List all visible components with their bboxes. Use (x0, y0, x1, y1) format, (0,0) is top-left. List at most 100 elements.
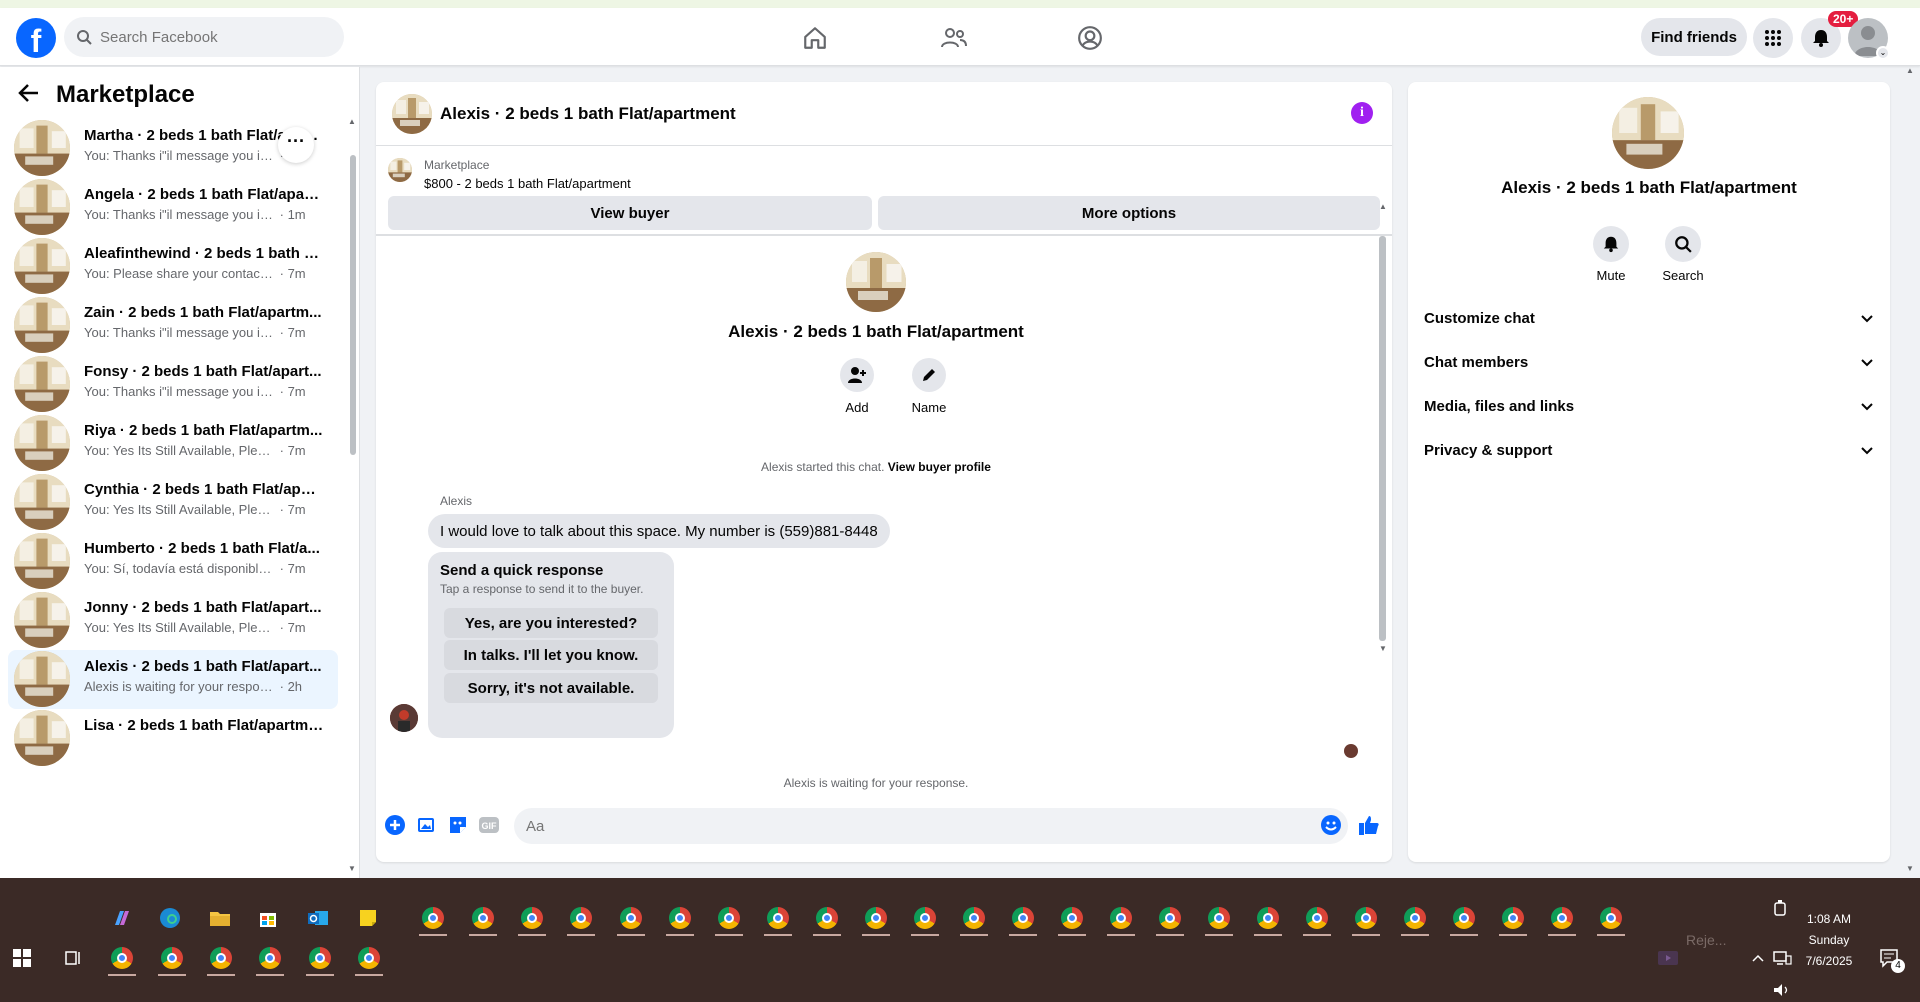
gif-icon[interactable]: GIF (478, 814, 500, 836)
chrome-window-icon[interactable] (302, 940, 338, 976)
chrome-window-icon[interactable] (809, 900, 845, 936)
quick-response-button[interactable]: In talks. I'll let you know. (444, 640, 658, 670)
store-icon[interactable] (250, 900, 286, 936)
chrome-window-icon[interactable] (1348, 900, 1384, 936)
chat-scrollbar[interactable] (1379, 236, 1386, 641)
conversation-item[interactable]: Angela · 2 beds 1 bath Flat/apart... You:… (8, 178, 338, 237)
listing-thumbnail[interactable] (388, 158, 412, 182)
sticker-icon[interactable] (447, 814, 469, 836)
sidebar-scrollbar[interactable] (350, 155, 356, 455)
windows-start-icon[interactable] (4, 940, 40, 976)
back-arrow-icon[interactable] (18, 83, 40, 108)
photo-icon[interactable] (416, 814, 438, 836)
conversation-item[interactable]: Jonny · 2 beds 1 bath Flat/apart... You: … (8, 591, 338, 650)
edit-name-icon[interactable] (912, 358, 946, 392)
chat-scroll-down-arrow[interactable]: ▼ (1379, 644, 1387, 653)
chrome-window-icon[interactable] (858, 900, 894, 936)
chrome-window-icon[interactable] (1201, 900, 1237, 936)
chrome-window-icon[interactable] (956, 900, 992, 936)
notification-center-icon[interactable]: 4 (1872, 940, 1908, 976)
conversation-item[interactable]: Zain · 2 beds 1 bath Flat/apartm... You: … (8, 296, 338, 355)
conversation-item[interactable]: Cynthia · 2 beds 1 bath Flat/apar... You:… (8, 473, 338, 532)
chrome-window-icon[interactable] (1299, 900, 1335, 936)
chrome-window-icon[interactable] (104, 940, 140, 976)
network-icon[interactable] (1764, 940, 1800, 976)
emoji-icon[interactable] (1320, 814, 1342, 836)
quick-response-button[interactable]: Yes, are you interested? (444, 608, 658, 638)
chat-scroll-up-arrow[interactable]: ▲ (1379, 202, 1387, 211)
clock-time[interactable]: 1:08 AM (1782, 912, 1876, 926)
friends-icon[interactable] (938, 22, 970, 54)
chrome-window-icon[interactable] (662, 900, 698, 936)
plus-icon[interactable] (384, 814, 406, 836)
chrome-window-icon[interactable] (613, 900, 649, 936)
profile-icon[interactable] (1074, 22, 1106, 54)
search-box[interactable] (64, 17, 344, 57)
file-explorer-icon[interactable] (202, 900, 238, 936)
more-options-button[interactable]: More options (878, 196, 1380, 230)
volume-icon[interactable] (1764, 978, 1800, 1002)
outlook-icon[interactable] (300, 900, 336, 936)
copilot-icon[interactable] (104, 900, 140, 936)
search-input[interactable] (100, 28, 320, 46)
chrome-window-icon[interactable] (1152, 900, 1188, 936)
chrome-window-icon[interactable] (907, 900, 943, 936)
chrome-window-icon[interactable] (203, 940, 239, 976)
facebook-logo[interactable]: f (16, 18, 56, 58)
message-input[interactable] (514, 808, 1348, 844)
chrome-window-icon[interactable] (1054, 900, 1090, 936)
view-buyer-button[interactable]: View buyer (388, 196, 872, 230)
section-chat-members[interactable]: Chat members (1408, 342, 1890, 386)
chrome-window-icon[interactable] (760, 900, 796, 936)
listing-price-title[interactable]: $800 - 2 beds 1 bath Flat/apartment (424, 176, 631, 191)
section-privacy-support[interactable]: Privacy & support (1408, 430, 1890, 474)
page-scroll-up-arrow[interactable]: ▲ (1906, 66, 1914, 75)
chrome-window-icon[interactable] (1005, 900, 1041, 936)
account-chevron-icon[interactable]: ⌄ (1876, 46, 1890, 60)
chat-title[interactable]: Alexis · 2 beds 1 bath Flat/apartment (440, 104, 736, 124)
chrome-window-icon[interactable] (514, 900, 550, 936)
conversation-item[interactable]: Martha · 2 beds 1 bath Flat/apartment You… (8, 119, 338, 178)
chrome-window-icon[interactable] (1250, 900, 1286, 936)
conversation-item[interactable]: Aleafinthewind · 2 beds 1 bath Fl... You:… (8, 237, 338, 296)
thumbs-up-icon[interactable] (1358, 814, 1380, 836)
mute-bell-icon[interactable] (1593, 226, 1629, 262)
menu-grid-icon[interactable] (1753, 18, 1793, 58)
chrome-window-icon[interactable] (465, 900, 501, 936)
sticky-notes-icon[interactable] (350, 900, 386, 936)
chrome-window-icon[interactable] (563, 900, 599, 936)
chrome-window-icon[interactable] (1495, 900, 1531, 936)
section-media-files-links[interactable]: Media, files and links (1408, 386, 1890, 430)
chrome-window-icon[interactable] (711, 900, 747, 936)
chrome-window-icon[interactable] (252, 940, 288, 976)
chrome-window-icon[interactable] (154, 940, 190, 976)
more-options-icon[interactable]: ··· (278, 127, 314, 163)
home-icon[interactable] (799, 22, 831, 54)
chrome-window-icon[interactable] (1446, 900, 1482, 936)
tray-app-icon[interactable] (1650, 940, 1686, 976)
conversation-item[interactable]: Lisa · 2 beds 1 bath Flat/apartme... (8, 709, 338, 768)
chat-listing-thumbnail[interactable] (392, 94, 432, 134)
buyer-avatar[interactable] (390, 704, 418, 732)
chrome-window-icon[interactable] (1103, 900, 1139, 936)
task-view-icon[interactable] (54, 940, 90, 976)
section-customize-chat[interactable]: Customize chat (1408, 298, 1890, 342)
conversation-item[interactable]: Fonsy · 2 beds 1 bath Flat/apart... You: … (8, 355, 338, 414)
conversation-item[interactable]: Alexis · 2 beds 1 bath Flat/apart... Alex… (8, 650, 338, 709)
chrome-window-icon[interactable] (1593, 900, 1629, 936)
scroll-up-arrow[interactable]: ▲ (348, 117, 356, 126)
info-icon[interactable]: i (1351, 102, 1373, 124)
incoming-message[interactable]: I would love to talk about this space. M… (428, 514, 890, 548)
quick-response-button[interactable]: Sorry, it's not available. (444, 673, 658, 703)
chrome-window-icon[interactable] (1397, 900, 1433, 936)
chrome-window-icon[interactable] (1544, 900, 1580, 936)
view-buyer-profile-link[interactable]: View buyer profile (888, 460, 991, 474)
conversation-item[interactable]: Humberto · 2 beds 1 bath Flat/a... You: S… (8, 532, 338, 591)
chrome-window-icon[interactable] (415, 900, 451, 936)
find-friends-button[interactable]: Find friends (1641, 18, 1747, 56)
conversation-item[interactable]: Riya · 2 beds 1 bath Flat/apartm... You: … (8, 414, 338, 473)
chrome-window-icon[interactable] (351, 940, 387, 976)
scroll-down-arrow[interactable]: ▼ (348, 864, 356, 873)
add-person-icon[interactable] (840, 358, 874, 392)
search-chat-icon[interactable] (1665, 226, 1701, 262)
